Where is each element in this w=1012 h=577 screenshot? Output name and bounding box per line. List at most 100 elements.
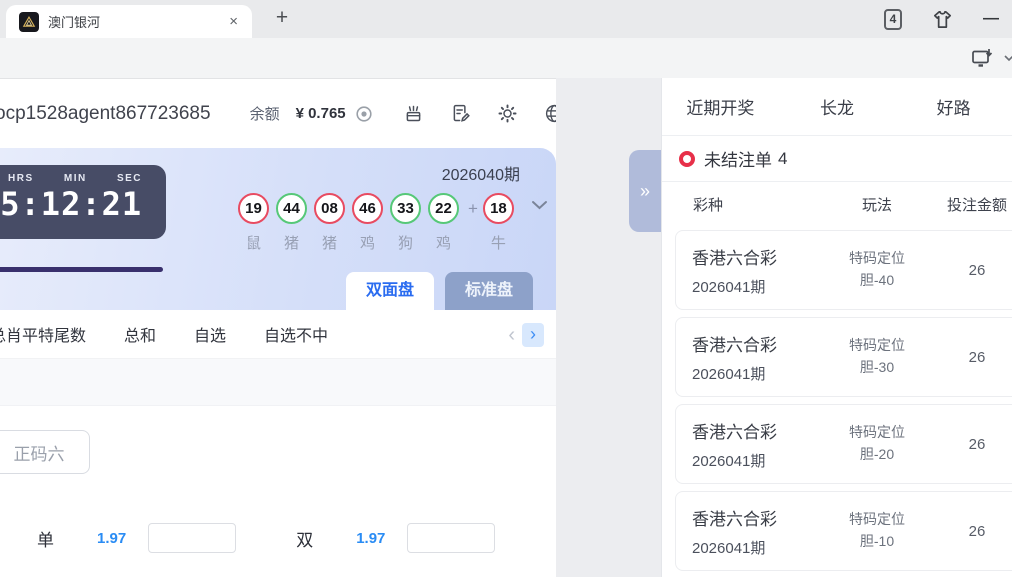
bet-lottery-cell: 香港六合彩 2026041期 bbox=[676, 331, 834, 384]
bets-list: 香港六合彩 2026041期 特码定位胆-40 26 香港六合彩 2026041… bbox=[662, 227, 1012, 571]
unsettled-bets-row[interactable]: 未结注单 4 bbox=[662, 136, 1012, 182]
timer-digits: 05:12:21 bbox=[0, 185, 166, 223]
unsettled-record-icon bbox=[679, 151, 695, 167]
right-panel-tab[interactable]: 长龙 bbox=[779, 94, 896, 119]
countdown-timer: HRS MIN SEC 05:12:21 bbox=[0, 165, 166, 239]
user-toolbar-icons bbox=[403, 103, 565, 124]
minimize-button[interactable]: — bbox=[983, 10, 999, 28]
bet-lottery-name: 香港六合彩 bbox=[692, 331, 834, 356]
result-ball: 44 猪 bbox=[276, 193, 307, 253]
bet-play-type: 特码定位胆-40 bbox=[834, 248, 920, 291]
bet-play-type: 特码定位胆-10 bbox=[834, 509, 920, 552]
zodiac-label: 鸡 bbox=[436, 232, 451, 253]
bet-lottery-name: 香港六合彩 bbox=[692, 505, 834, 530]
nav-item[interactable]: 总肖平特尾数 bbox=[0, 322, 86, 346]
bet-card[interactable]: 香港六合彩 2026041期 特码定位胆-10 26 bbox=[675, 491, 1012, 571]
tab-double-board[interactable]: 双面盘 bbox=[346, 272, 434, 310]
bet-play-type: 特码定位胆-30 bbox=[834, 335, 920, 378]
browser-tab-bar: 澳门银河 × + 4 — bbox=[0, 0, 1012, 38]
odds-option: 单 1.97 bbox=[37, 523, 236, 553]
expand-results-chevron-icon[interactable] bbox=[531, 200, 548, 210]
new-tab-button[interactable]: + bbox=[268, 4, 296, 32]
username: ocp1528agent867723685 bbox=[0, 103, 211, 125]
result-balls-row: 19 鼠 44 猪 08 猪 46 鸡 bbox=[238, 193, 514, 253]
nav-arrows: ‹ › bbox=[508, 310, 544, 359]
right-panel-tabs: 近期开奖 长龙 好路 bbox=[662, 78, 1012, 136]
odds-row: 单 1.97 双 1.97 bbox=[0, 517, 556, 559]
toggle-balance-visibility-icon[interactable] bbox=[355, 105, 373, 123]
bets-table-header: 彩种 玩法 投注金额 bbox=[662, 182, 1012, 227]
board-tabs: 双面盘 标准盘 bbox=[346, 272, 533, 310]
right-panel-tab[interactable]: 好路 bbox=[895, 94, 1012, 119]
countdown-progress-bar bbox=[0, 267, 163, 272]
nav-prev-button[interactable]: ‹ bbox=[508, 325, 515, 345]
odds-option-name[interactable]: 双 bbox=[296, 526, 313, 551]
nav-item[interactable]: 自选 bbox=[194, 322, 226, 346]
result-ball: 19 鼠 bbox=[238, 193, 269, 253]
tab-title: 澳门银河 bbox=[48, 12, 225, 31]
site-favicon-icon bbox=[19, 12, 39, 32]
balance-value: ¥ 0.765 bbox=[296, 105, 346, 122]
unsettled-count-badge: 4 bbox=[778, 149, 787, 169]
bet-amount: 26 bbox=[920, 436, 1012, 453]
bet-card[interactable]: 香港六合彩 2026041期 特码定位胆-40 26 bbox=[675, 230, 1012, 310]
nav-next-button[interactable]: › bbox=[522, 323, 544, 347]
nav-item[interactable]: 自选不中 bbox=[264, 322, 328, 346]
zodiac-label: 狗 bbox=[398, 232, 413, 253]
odds-option: 双 1.97 bbox=[296, 523, 495, 553]
save-page-icon[interactable] bbox=[970, 46, 994, 70]
collapse-panel-button[interactable]: » bbox=[629, 150, 661, 232]
bet-period: 2026041期 bbox=[692, 450, 834, 471]
bet-lottery-cell: 香港六合彩 2026041期 bbox=[676, 418, 834, 471]
right-panel-tab[interactable]: 近期开奖 bbox=[662, 94, 779, 119]
zodiac-label: 鸡 bbox=[360, 232, 375, 253]
category-zhengma6-button[interactable]: 正码六 bbox=[0, 430, 90, 474]
report-edit-icon[interactable] bbox=[450, 103, 471, 124]
odds-value: 1.97 bbox=[356, 530, 385, 547]
tab-counter-button[interactable]: 4 bbox=[884, 9, 902, 30]
zodiac-label: 牛 bbox=[491, 232, 506, 253]
bet-card[interactable]: 香港六合彩 2026041期 特码定位胆-20 26 bbox=[675, 404, 1012, 484]
draw-period: 2026040期 bbox=[442, 161, 520, 185]
result-balls: 19 鼠 44 猪 08 猪 46 鸡 bbox=[238, 193, 466, 253]
bet-play-type: 特码定位胆-20 bbox=[834, 422, 920, 465]
plus-sign: + bbox=[468, 193, 478, 224]
bet-amount-input[interactable] bbox=[148, 523, 236, 553]
recent-draws-panel: 近期开奖 长龙 好路 未结注单 4 彩种 玩法 投注金额 香港六合彩 20260… bbox=[661, 78, 1012, 577]
bet-amount: 26 bbox=[920, 262, 1012, 279]
odds-value: 1.97 bbox=[97, 530, 126, 547]
chips-tray-icon[interactable] bbox=[403, 103, 424, 124]
odds-option-name[interactable]: 单 bbox=[37, 526, 54, 551]
browser-tab[interactable]: 澳门银河 × bbox=[6, 5, 252, 38]
tabbar-controls: 4 — bbox=[884, 0, 999, 38]
user-bar: ocp1528agent867723685 余额 ¥ 0.765 bbox=[0, 79, 556, 148]
tab-standard-board[interactable]: 标准盘 bbox=[445, 272, 533, 310]
theme-tshirt-icon[interactable] bbox=[931, 8, 954, 31]
bet-amount-input[interactable] bbox=[407, 523, 495, 553]
toolbar-caret-icon[interactable] bbox=[1002, 51, 1012, 65]
nav-items: 总肖平特尾数 总和 自选 自选不中 bbox=[0, 322, 366, 346]
browser-toolbar bbox=[0, 38, 1012, 79]
screen: 澳门银河 × + 4 — ocp1528agent867723685 余额 ¥ … bbox=[0, 0, 1012, 577]
play-category-nav: 总肖平特尾数 总和 自选 自选不中 ‹ › bbox=[0, 310, 556, 359]
bet-period: 2026041期 bbox=[692, 363, 834, 384]
timer-hrs-label: HRS bbox=[8, 173, 34, 184]
result-ball: 33 狗 bbox=[390, 193, 421, 253]
timer-sec-label: SEC bbox=[117, 173, 142, 184]
zodiac-label: 猪 bbox=[284, 232, 299, 253]
column-amount: 投注金额 bbox=[922, 194, 1012, 215]
result-ball: 08 猪 bbox=[314, 193, 345, 253]
settings-gear-icon[interactable] bbox=[497, 103, 518, 124]
special-ball: 18 牛 bbox=[483, 193, 514, 253]
section-band bbox=[0, 359, 556, 406]
bet-period: 2026041期 bbox=[692, 537, 834, 558]
balance-label: 余额 bbox=[250, 103, 280, 124]
column-lottery: 彩种 bbox=[662, 194, 832, 215]
close-tab-icon[interactable]: × bbox=[225, 13, 242, 30]
bet-lottery-cell: 香港六合彩 2026041期 bbox=[676, 244, 834, 297]
lottery-draw-panel: HRS MIN SEC 05:12:21 2026040期 19 鼠 44 猪 bbox=[0, 148, 556, 310]
bet-card[interactable]: 香港六合彩 2026041期 特码定位胆-30 26 bbox=[675, 317, 1012, 397]
nav-item[interactable]: 总和 bbox=[124, 322, 156, 346]
result-ball-special: 18 牛 bbox=[483, 193, 514, 253]
bet-amount: 26 bbox=[920, 523, 1012, 540]
